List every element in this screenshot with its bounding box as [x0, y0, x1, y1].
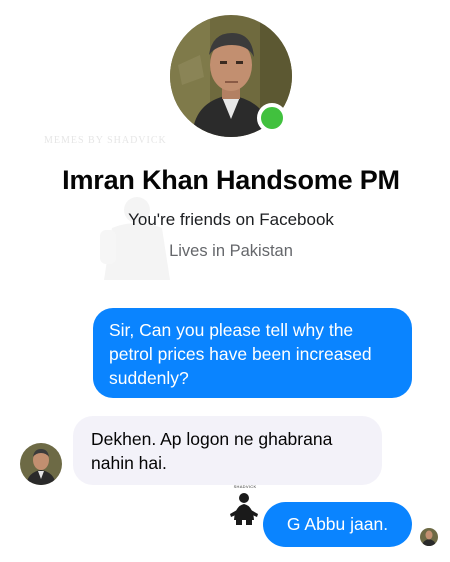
- online-status-dot: [257, 103, 287, 133]
- watermark-text: MEMES BY SHADVICK: [44, 135, 167, 146]
- outgoing-message-bubble[interactable]: Sir, Can you please tell why the petrol …: [93, 308, 412, 398]
- sticker-image: SHADVICK: [222, 484, 268, 526]
- watermark-figure: [100, 197, 170, 280]
- profile-name[interactable]: Imran Khan Handsome PM: [0, 165, 450, 196]
- sticker-caption: SHADVICK: [233, 484, 257, 489]
- outgoing-message-bubble[interactable]: G Abbu jaan.: [263, 502, 412, 547]
- friends-status-text: You're friends on Facebook: [128, 210, 334, 229]
- incoming-message-bubble[interactable]: Dekhen. Ap logon ne ghabrana nahin hai.: [73, 416, 382, 485]
- location-text: Lives in Pakistan: [169, 242, 293, 260]
- seen-receipt-avatar: [420, 528, 438, 546]
- contact-avatar[interactable]: [20, 443, 62, 485]
